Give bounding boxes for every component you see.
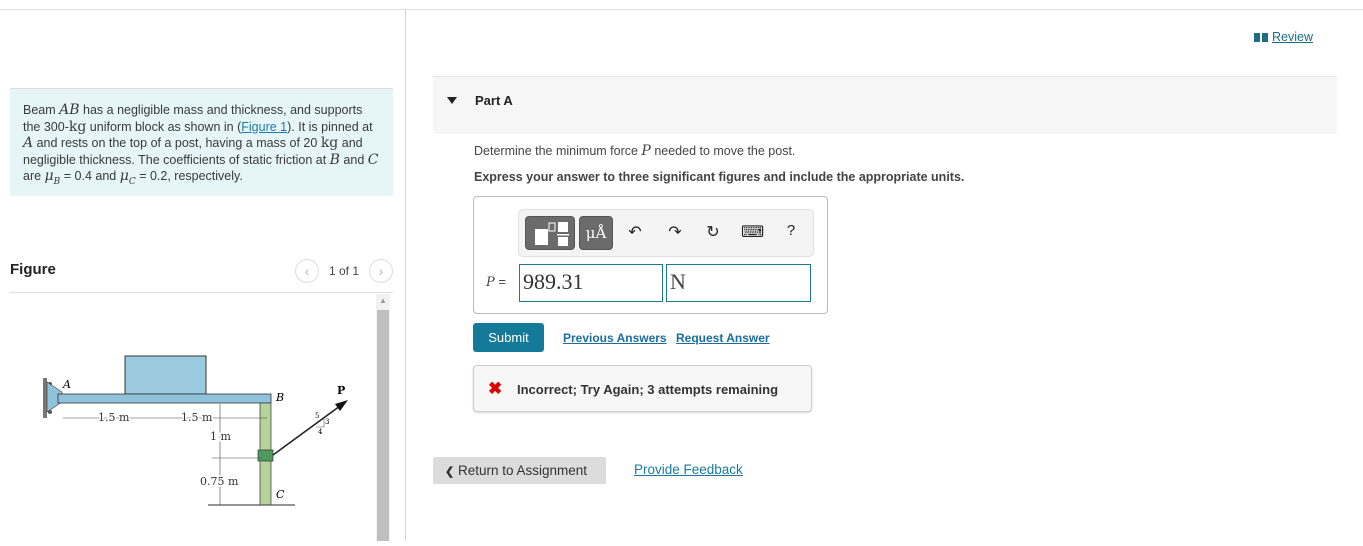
question-post: needed to move the post.	[650, 144, 796, 158]
label-B: B	[275, 391, 284, 404]
previous-answers-link[interactable]: Previous Answers	[563, 331, 667, 345]
return-to-assignment-button[interactable]: ❮ Return to Assignment	[433, 457, 606, 484]
figure-link[interactable]: Figure 1	[241, 120, 287, 134]
next-figure-button[interactable]: ›	[369, 259, 393, 283]
figure-scrollbar[interactable]: ▲	[376, 294, 390, 541]
keyboard-icon[interactable]: ⌨	[741, 222, 764, 242]
force-P-arrowhead	[335, 400, 348, 411]
figure-pager: ‹ 1 of 1 ›	[294, 259, 393, 283]
figure-image: A B C P 1.5 m 1.5 m 1 m 0.75 m 5 3 4	[10, 294, 393, 541]
unit-symbol: kg	[320, 135, 339, 152]
panel-divider	[405, 10, 406, 541]
chevron-right-icon: ›	[378, 263, 384, 279]
problem-text: = 0.2, respectively.	[135, 169, 243, 184]
part-a-title: Part A	[475, 93, 513, 108]
answer-unit-input[interactable]: N	[666, 264, 811, 302]
redo-icon[interactable]: ↷	[665, 222, 685, 242]
return-label: Return to Assignment	[457, 463, 588, 478]
figure-page-count: 1 of 1	[328, 264, 359, 278]
label-dim-2: 1.5 m	[181, 411, 213, 424]
problem-text: = 0.4 and	[60, 169, 120, 184]
collapse-triangle-icon[interactable]	[447, 97, 457, 104]
wall-plate	[43, 378, 47, 418]
block	[124, 355, 207, 395]
help-icon[interactable]: ?	[781, 222, 801, 239]
figure-header: Figure ‹ 1 of 1 ›	[10, 258, 393, 293]
label-dim-1: 1.5 m	[98, 411, 130, 424]
scroll-up-arrow-icon[interactable]: ▲	[376, 294, 390, 308]
label-height-1: 1 m	[210, 430, 231, 443]
collar	[257, 449, 274, 462]
provide-feedback-link[interactable]: Provide Feedback	[634, 462, 743, 477]
label-A: A	[62, 378, 71, 391]
figure-title: Figure	[10, 261, 56, 278]
force-P-line	[272, 405, 341, 456]
question-text: Determine the minimum force P needed to …	[474, 143, 795, 159]
problem-text: ). It is pinned at	[287, 119, 373, 134]
math-symbol: μB	[44, 168, 61, 188]
question-var: P	[641, 143, 651, 159]
submit-button[interactable]: Submit	[473, 323, 544, 352]
problem-text: are	[23, 169, 45, 184]
book-icon	[1254, 32, 1268, 42]
instruction-text: Express your answer to three significant…	[474, 170, 965, 184]
incorrect-x-icon: ✖	[488, 379, 503, 398]
answer-value-input[interactable]: 989.31	[519, 264, 663, 302]
question-pre: Determine the minimum force	[474, 144, 642, 158]
review-label: Review	[1272, 30, 1313, 44]
label-P: P	[337, 384, 345, 397]
label-slope-5: 5	[315, 412, 319, 420]
math-symbol: B	[329, 151, 340, 168]
equation-label: P =	[486, 274, 506, 290]
label-slope-3: 3	[325, 418, 329, 426]
feedback-message: ✖ Incorrect; Try Again; 3 attempts remai…	[473, 365, 812, 412]
unit-symbol: kg	[68, 118, 87, 135]
problem-text: and	[339, 152, 368, 167]
label-height-2: 0.75 m	[200, 475, 239, 488]
math-symbol: C	[367, 151, 379, 168]
problem-statement: Beam AB has a negligible mass and thickn…	[10, 88, 393, 196]
label-slope-4: 4	[318, 428, 323, 436]
chevron-left-icon: ‹	[304, 263, 310, 279]
problem-text: and rests on the top of a post, having a…	[33, 136, 321, 151]
templates-icon	[535, 222, 569, 246]
top-border	[0, 9, 1363, 10]
undo-icon[interactable]: ↶	[625, 222, 645, 242]
math-symbol: AB	[59, 102, 80, 118]
math-symbol: A	[23, 135, 34, 152]
beam-AB	[57, 393, 272, 404]
reset-icon[interactable]: ↻	[703, 222, 723, 242]
review-link[interactable]: Review	[1254, 30, 1313, 44]
request-answer-link[interactable]: Request Answer	[676, 331, 770, 345]
prev-figure-button[interactable]: ‹	[294, 259, 319, 283]
problem-text: Beam	[23, 103, 60, 117]
part-a-header[interactable]: Part A	[433, 76, 1337, 134]
label-C: C	[276, 488, 285, 501]
templates-button[interactable]	[525, 216, 575, 250]
scroll-thumb[interactable]	[377, 310, 389, 541]
equation-toolbar: μÅ ↶ ↷ ↻ ⌨ ?	[518, 209, 814, 257]
math-symbol: μC	[119, 168, 136, 188]
answer-box: μÅ ↶ ↷ ↻ ⌨ ? P = 989.31 N	[473, 196, 828, 314]
feedback-text: Incorrect; Try Again; 3 attempts remaini…	[517, 382, 779, 397]
chevron-left-icon: ❮	[445, 466, 455, 478]
variable-label: P	[486, 275, 495, 290]
problem-text: uniform block as shown in (	[86, 119, 242, 134]
beam-diagram: A B C P 1.5 m 1.5 m 1 m 0.75 m 5 3 4	[43, 355, 348, 506]
units-button[interactable]: μÅ	[579, 216, 613, 250]
equals-sign: =	[494, 274, 506, 289]
